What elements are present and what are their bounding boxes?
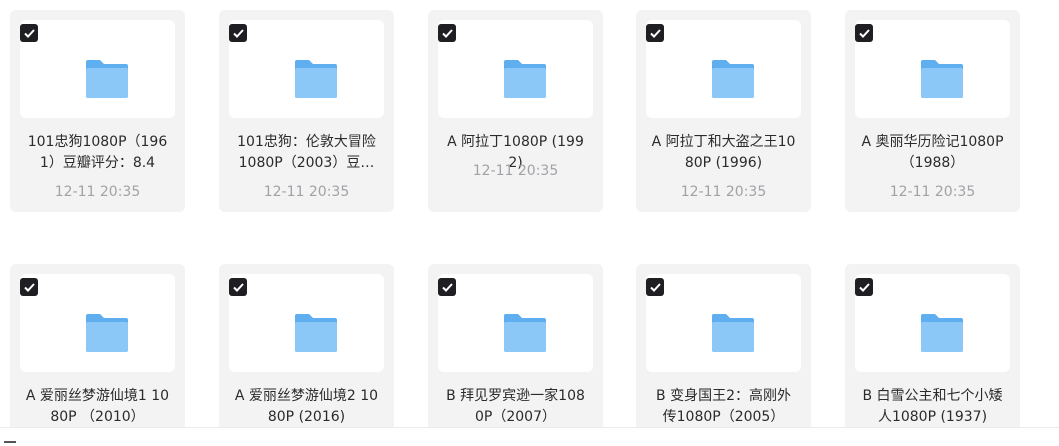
checkbox-checked-icon[interactable] bbox=[229, 278, 247, 296]
checkbox-checked-icon[interactable] bbox=[229, 24, 247, 42]
file-name[interactable]: A 阿拉丁和大盗之王1080P (1996) bbox=[650, 132, 797, 174]
file-name[interactable]: B 拜见罗宾逊一家1080P（2007） bbox=[442, 386, 589, 428]
file-name[interactable]: 101忠狗1080P（1961）豆瓣评分：8.4 bbox=[24, 132, 171, 174]
thumbnail[interactable] bbox=[855, 20, 1010, 118]
folder-card[interactable]: A 阿拉丁和大盗之王1080P (1996) 12-11 20:35 bbox=[636, 10, 811, 212]
folder-card[interactable]: A 奥丽华历险记1080P（1988） 12-11 20:35 bbox=[845, 10, 1020, 212]
checkbox-checked-icon[interactable] bbox=[20, 278, 38, 296]
file-name[interactable]: A 奥丽华历险记1080P（1988） bbox=[859, 132, 1006, 174]
file-grid: 101忠狗1080P（1961）豆瓣评分：8.4 12-11 20:35 101… bbox=[0, 0, 1059, 445]
file-name[interactable]: A 爱丽丝梦游仙境2 1080P (2016) bbox=[233, 386, 380, 428]
thumbnail[interactable] bbox=[229, 20, 384, 118]
file-date: 12-11 20:35 bbox=[472, 163, 559, 179]
folder-icon bbox=[295, 314, 337, 352]
folder-icon bbox=[86, 314, 128, 352]
bottom-bar-icon bbox=[4, 441, 16, 443]
checkbox-checked-icon[interactable] bbox=[646, 278, 664, 296]
file-date: 12-11 20:35 bbox=[889, 184, 976, 200]
checkbox-checked-icon[interactable] bbox=[438, 278, 456, 296]
folder-card[interactable]: A 爱丽丝梦游仙境2 1080P (2016) bbox=[219, 264, 394, 445]
thumbnail[interactable] bbox=[438, 274, 593, 372]
folder-card[interactable]: A 阿拉丁1080P (1992) 12-11 20:35 bbox=[428, 10, 603, 212]
file-name[interactable]: B 变身国王2：高刚外传1080P（2005） bbox=[650, 386, 797, 428]
folder-card[interactable]: 101忠狗1080P（1961）豆瓣评分：8.4 12-11 20:35 bbox=[10, 10, 185, 212]
folder-icon bbox=[921, 60, 963, 98]
folder-icon bbox=[504, 314, 546, 352]
file-name[interactable]: A 爱丽丝梦游仙境1 1080P （2010） bbox=[24, 386, 171, 428]
file-name[interactable]: B 白雪公主和七个小矮人1080P (1937) bbox=[859, 386, 1006, 428]
checkbox-checked-icon[interactable] bbox=[646, 24, 664, 42]
folder-card[interactable]: B 拜见罗宾逊一家1080P（2007） bbox=[428, 264, 603, 445]
checkbox-checked-icon[interactable] bbox=[20, 24, 38, 42]
thumbnail[interactable] bbox=[229, 274, 384, 372]
folder-card[interactable]: 101忠狗：伦敦大冒险1080P（2003）豆瓣评分 12-11 20:35 bbox=[219, 10, 394, 212]
thumbnail[interactable] bbox=[20, 20, 175, 118]
thumbnail[interactable] bbox=[646, 274, 801, 372]
bottom-bar bbox=[0, 427, 1059, 446]
checkbox-checked-icon[interactable] bbox=[855, 24, 873, 42]
checkbox-checked-icon[interactable] bbox=[855, 278, 873, 296]
thumbnail[interactable] bbox=[20, 274, 175, 372]
file-date: 12-11 20:35 bbox=[263, 184, 350, 200]
folder-card[interactable]: A 爱丽丝梦游仙境1 1080P （2010） bbox=[10, 264, 185, 445]
thumbnail[interactable] bbox=[438, 20, 593, 118]
file-name[interactable]: 101忠狗：伦敦大冒险1080P（2003）豆瓣评分 bbox=[233, 132, 380, 174]
folder-icon bbox=[712, 60, 754, 98]
folder-icon bbox=[295, 60, 337, 98]
file-date: 12-11 20:35 bbox=[680, 184, 767, 200]
checkbox-checked-icon[interactable] bbox=[438, 24, 456, 42]
thumbnail[interactable] bbox=[646, 20, 801, 118]
thumbnail[interactable] bbox=[855, 274, 1010, 372]
folder-icon bbox=[712, 314, 754, 352]
file-date: 12-11 20:35 bbox=[54, 184, 141, 200]
folder-icon bbox=[921, 314, 963, 352]
folder-card[interactable]: B 变身国王2：高刚外传1080P（2005） bbox=[636, 264, 811, 445]
folder-card[interactable]: B 白雪公主和七个小矮人1080P (1937) bbox=[845, 264, 1020, 445]
folder-icon bbox=[86, 60, 128, 98]
folder-icon bbox=[504, 60, 546, 98]
